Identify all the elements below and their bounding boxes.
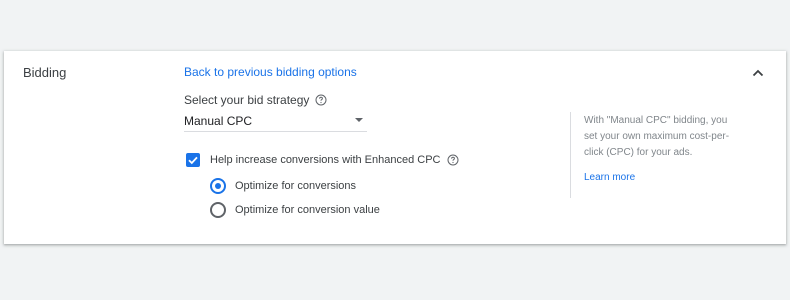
help-panel-divider [570, 112, 571, 198]
optimize-conversion-value-label: Optimize for conversion value [235, 204, 380, 216]
help-panel-text: With "Manual CPC" bidding, you set your … [584, 115, 730, 158]
enhanced-cpc-checkbox[interactable] [186, 153, 200, 167]
collapse-button[interactable] [748, 63, 768, 83]
back-to-bidding-options-link[interactable]: Back to previous bidding options [184, 65, 357, 79]
dropdown-arrow-icon [355, 118, 363, 122]
optimize-conversions-radio[interactable] [210, 178, 226, 194]
bidding-card: Bidding Back to previous bidding options… [4, 51, 786, 244]
chevron-up-icon [752, 69, 764, 77]
enhanced-cpc-label: Help increase conversions with Enhanced … [210, 154, 441, 166]
enhanced-cpc-option[interactable]: Help increase conversions with Enhanced … [186, 153, 459, 167]
bid-strategy-label: Select your bid strategy [184, 93, 327, 107]
checkmark-icon [188, 156, 198, 165]
optimize-conversion-value-option[interactable]: Optimize for conversion value [210, 202, 380, 218]
bid-strategy-label-text: Select your bid strategy [184, 93, 310, 107]
optimize-conversions-option[interactable]: Optimize for conversions [210, 178, 356, 194]
help-icon[interactable] [315, 94, 327, 106]
learn-more-link[interactable]: Learn more [584, 172, 635, 183]
section-title: Bidding [23, 65, 67, 80]
bid-strategy-selected-value: Manual CPC [184, 114, 253, 128]
help-icon[interactable] [447, 154, 459, 166]
optimize-conversions-label: Optimize for conversions [235, 180, 357, 192]
optimize-conversion-value-radio[interactable] [210, 202, 226, 218]
bid-strategy-select[interactable]: Manual CPC [184, 109, 367, 132]
